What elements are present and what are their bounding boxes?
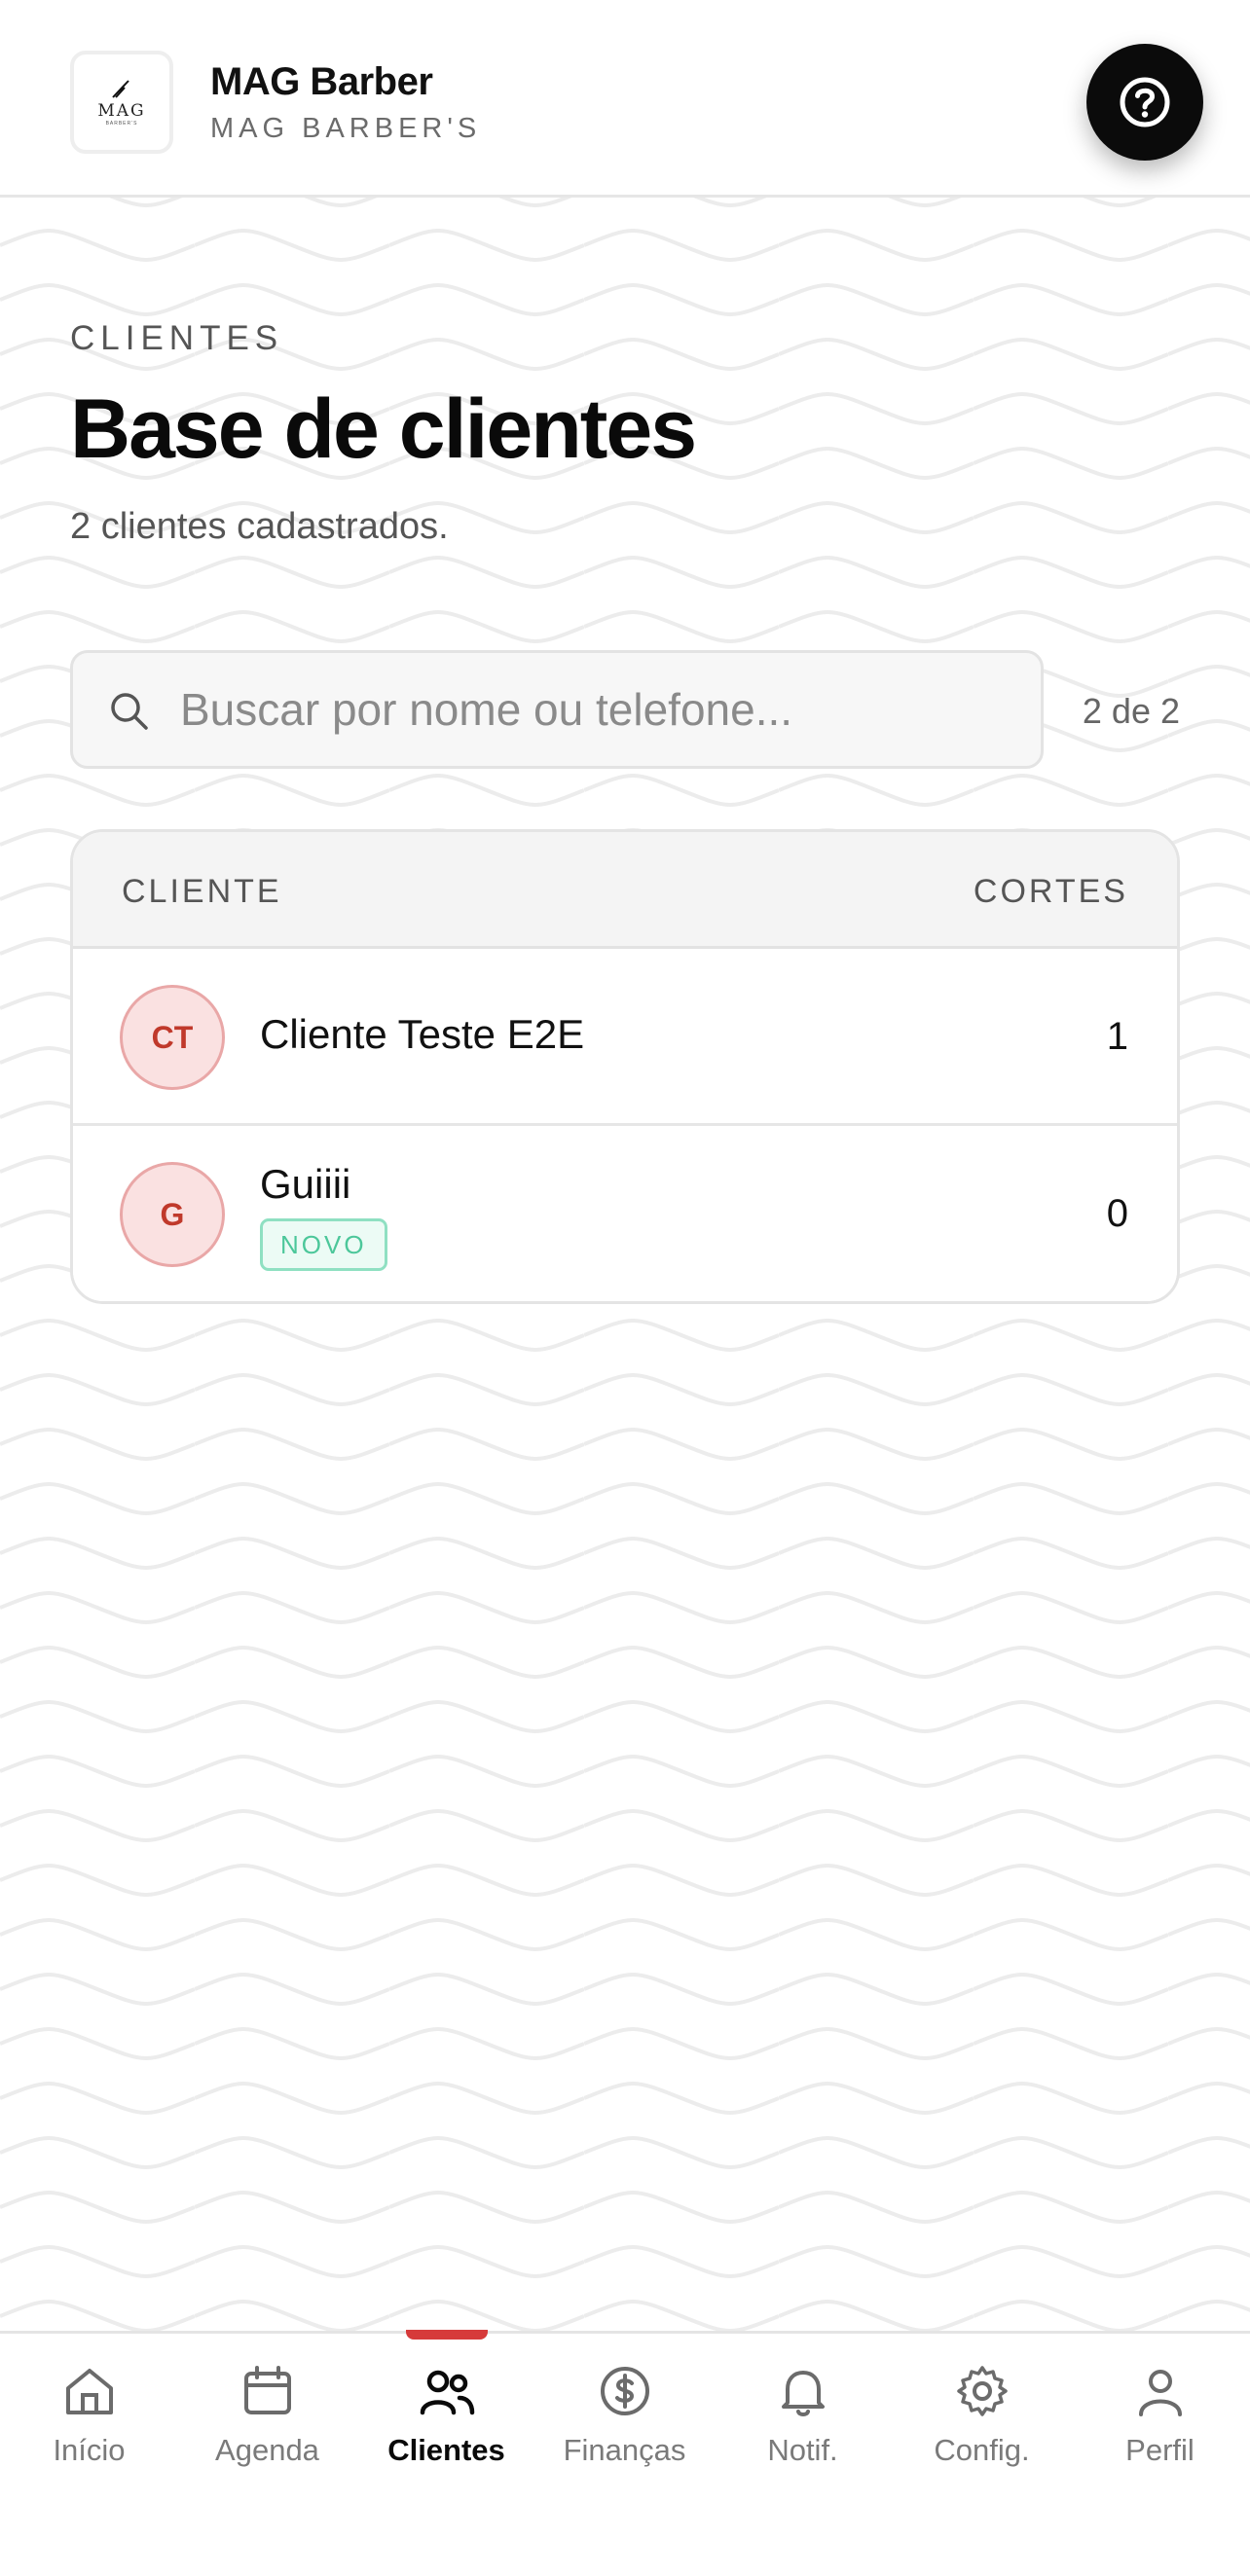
question-circle-icon (1120, 77, 1170, 127)
cuts-count: 1 (1106, 1015, 1128, 1058)
dollar-circle-icon (595, 2361, 655, 2421)
nav-label: Finanças (563, 2433, 686, 2467)
nav-item-notificacoes[interactable]: Notif. (714, 2334, 892, 2489)
avatar: G (120, 1162, 225, 1267)
users-icon (417, 2361, 477, 2421)
client-name: Cliente Teste E2E (260, 1011, 585, 1057)
scissors-logo-icon (112, 80, 129, 98)
cuts-count: 0 (1106, 1192, 1128, 1235)
search-input[interactable] (180, 672, 1017, 746)
nav-item-config[interactable]: Config. (893, 2334, 1071, 2489)
user-icon (1130, 2361, 1191, 2421)
nav-item-inicio[interactable]: Início (0, 2334, 178, 2489)
shop-logo[interactable]: MAG BARBER'S (70, 51, 173, 154)
client-name: Guiiii (260, 1161, 351, 1207)
avatar: CT (120, 985, 225, 1090)
nav-label: Início (53, 2433, 126, 2467)
nav-label: Notif. (767, 2433, 838, 2467)
bottom-nav: Início Agenda Clientes Finanças Notif. C… (0, 2330, 1250, 2576)
table-header: CLIENTE CORTES (73, 832, 1177, 949)
nav-label: Perfil (1125, 2433, 1195, 2467)
calendar-icon (238, 2361, 298, 2421)
table-row[interactable]: CT Cliente Teste E2E 1 (73, 949, 1177, 1126)
bell-icon (773, 2361, 833, 2421)
search-box[interactable] (70, 650, 1044, 769)
column-header-cuts: CORTES (973, 873, 1128, 910)
app-header: MAG BARBER'S MAG Barber MAG BARBER'S (0, 0, 1250, 198)
help-button[interactable] (1086, 44, 1203, 161)
logo-text: MAG (97, 101, 146, 121)
logo-subtext: BARBER'S (105, 121, 138, 127)
clients-page: MAG BARBER'S MAG Barber MAG BARBER'S CLI… (0, 0, 1250, 2576)
nav-item-perfil[interactable]: Perfil (1071, 2334, 1249, 2489)
page-subtitle: 2 clientes cadastrados. (70, 506, 449, 547)
logo-mark: MAG BARBER'S (81, 61, 163, 143)
nav-label: Agenda (215, 2433, 319, 2467)
brand-name: MAG Barber (210, 60, 433, 103)
clients-table: CLIENTE CORTES CT Cliente Teste E2E 1 G … (70, 829, 1180, 1304)
nav-label: Config. (934, 2433, 1030, 2467)
brand-subtitle: MAG BARBER'S (210, 113, 482, 144)
home-icon (59, 2361, 120, 2421)
nav-item-agenda[interactable]: Agenda (178, 2334, 356, 2489)
nav-item-clientes[interactable]: Clientes (357, 2334, 535, 2489)
section-eyebrow: CLIENTES (70, 319, 284, 357)
table-row[interactable]: G Guiiii NOVO 0 (73, 1126, 1177, 1301)
page-title: Base de clientes (70, 382, 697, 476)
search-icon (111, 693, 148, 730)
gear-icon (952, 2361, 1012, 2421)
nav-item-financas[interactable]: Finanças (535, 2334, 714, 2489)
column-header-client: CLIENTE (122, 873, 282, 910)
new-badge: NOVO (260, 1218, 387, 1271)
result-count: 2 de 2 (1082, 691, 1180, 731)
nav-label: Clientes (387, 2433, 505, 2467)
